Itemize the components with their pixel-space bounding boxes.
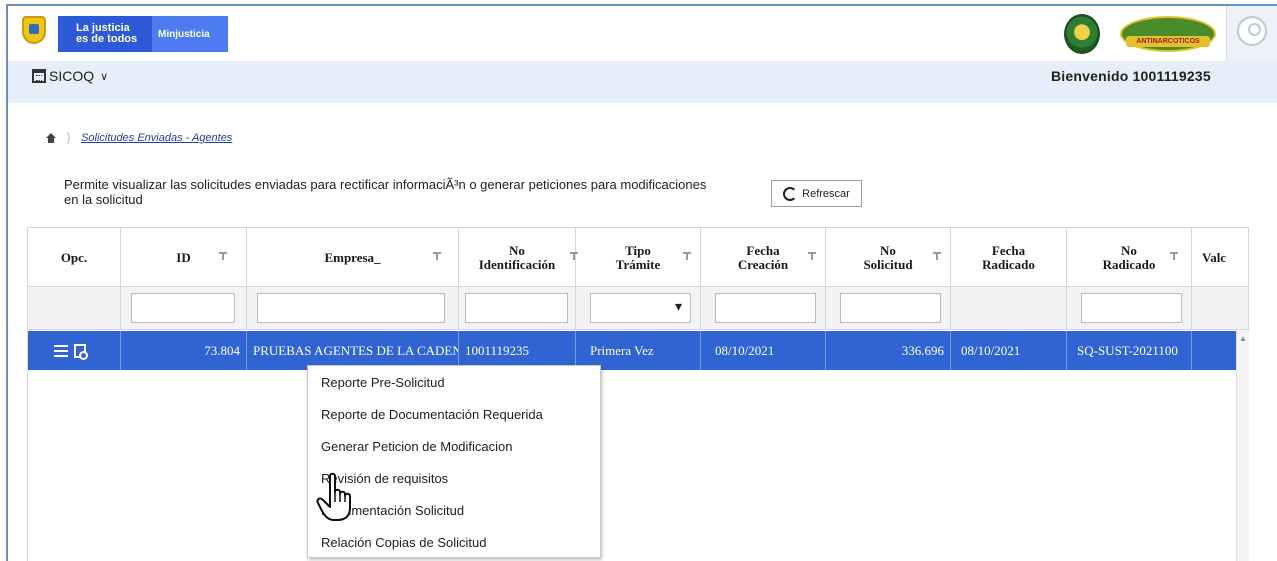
chevron-down-icon: ∨ xyxy=(100,70,109,83)
column-header-no-identificacion[interactable]: No Identificación xyxy=(459,228,578,287)
row-context-menu: Reporte Pre-Solicitud Reporte de Documen… xyxy=(307,365,601,558)
refresh-button[interactable]: Refrescar xyxy=(771,180,862,207)
menu-item-reporte-documentacion-requerida[interactable]: Reporte de Documentación Requerida xyxy=(308,399,600,431)
column-header-opc: Opc. xyxy=(28,228,121,287)
view-document-icon[interactable] xyxy=(74,343,88,360)
scroll-up-arrow-icon[interactable]: ▲ xyxy=(1239,334,1247,343)
top-bar: La justicia es de todos Minjusticia ANTI… xyxy=(8,6,1277,61)
hamburger-menu-icon[interactable] xyxy=(54,344,68,357)
cell-id: 73.804 xyxy=(121,331,247,370)
colombia-coat-of-arms-logo xyxy=(22,16,48,46)
column-header-fecha-radicado[interactable]: Fecha Radicado xyxy=(951,228,1067,287)
filter-icon[interactable] xyxy=(933,252,941,260)
filter-input-id[interactable] xyxy=(131,293,235,323)
breadcrumb-separator: ⟩ xyxy=(66,130,72,145)
requests-grid: Opc. ID Empresa_ No Identificación Tipo Tr… xyxy=(27,227,1249,561)
antinarcoticos-logo: ANTINARCOTICOS xyxy=(1120,14,1216,54)
column-header-empresa[interactable]: Empresa_ xyxy=(247,228,459,287)
grid-header: Opc. ID Empresa_ No Identificación Tipo Tr… xyxy=(28,228,1248,287)
column-header-valor[interactable]: Valc xyxy=(1192,228,1248,287)
vertical-scrollbar[interactable]: ▲ xyxy=(1236,330,1249,561)
filter-input-no-radicado[interactable] xyxy=(1081,293,1182,323)
menu-item-relacion-copias-solicitud[interactable]: Relación Copias de Solicitud xyxy=(308,527,600,559)
brand-la-justicia: La justicia es de todos xyxy=(58,16,152,52)
row-options-cell xyxy=(28,331,121,370)
filter-icon[interactable] xyxy=(808,252,816,260)
cell-fecha-radicado: 08/10/2021 xyxy=(951,331,1067,370)
user-avatar-button[interactable] xyxy=(1226,6,1277,61)
hand-pointer-cursor-icon xyxy=(316,472,351,521)
user-avatar-icon xyxy=(1237,16,1267,46)
brand-minjusticia: Minjusticia xyxy=(152,16,228,52)
police-emblem-logo xyxy=(1064,14,1100,54)
column-header-no-solicitud[interactable]: No Solicitud xyxy=(826,228,951,287)
filter-icon[interactable] xyxy=(433,252,441,260)
filter-input-no-solicitud[interactable] xyxy=(840,293,941,323)
page-description: Permite visualizar las solicitudes envia… xyxy=(64,177,707,207)
breadcrumb: ⟩ Solicitudes Enviadas - Agentes xyxy=(46,130,232,146)
cell-no-solicitud: 336.696 xyxy=(826,331,951,370)
filter-input-fecha-creacion[interactable] xyxy=(715,293,816,323)
breadcrumb-current-link[interactable]: Solicitudes Enviadas - Agentes xyxy=(81,132,232,144)
refresh-label: Refrescar xyxy=(802,187,850,200)
menu-item-generar-peticion-modificacion[interactable]: Generar Peticion de Modificacion xyxy=(308,431,600,463)
filter-icon[interactable] xyxy=(1170,252,1178,260)
column-header-tipo-tramite[interactable]: Tipo Trámite xyxy=(576,228,701,287)
column-header-id[interactable]: ID xyxy=(121,228,247,287)
refresh-icon xyxy=(783,186,798,201)
table-row[interactable]: 73.804 PRUEBAS AGENTES DE LA CADENA 1001… xyxy=(28,331,1248,370)
cell-fecha-creacion: 08/10/2021 xyxy=(701,331,826,370)
filter-row xyxy=(28,287,1248,330)
filter-icon[interactable] xyxy=(219,252,227,260)
filter-select-tipo-tramite[interactable] xyxy=(590,293,691,323)
column-header-fecha-creacion[interactable]: Fecha Creación xyxy=(701,228,826,287)
app-subbar: SICOQ ∨ Bienvenido 1001119235 xyxy=(8,61,1277,103)
filter-icon[interactable] xyxy=(683,252,691,260)
app-menu-dropdown[interactable]: SICOQ ∨ xyxy=(32,65,108,87)
filter-input-empresa[interactable] xyxy=(257,293,445,323)
menu-item-reporte-pre-solicitud[interactable]: Reporte Pre-Solicitud xyxy=(308,367,600,399)
column-header-no-radicado[interactable]: No Radicado xyxy=(1067,228,1192,287)
home-icon[interactable] xyxy=(46,133,56,143)
welcome-text: Bienvenido 1001119235 xyxy=(1051,68,1211,84)
calendar-icon xyxy=(32,69,46,83)
cell-no-radicado: SQ-SUST-2021100 xyxy=(1067,331,1192,370)
app-name: SICOQ xyxy=(49,68,95,84)
filter-input-no-identificacion[interactable] xyxy=(465,293,568,323)
